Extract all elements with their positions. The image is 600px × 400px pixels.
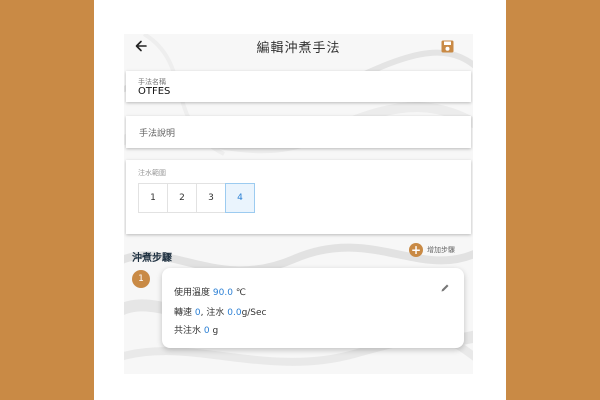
step-number-badge: 1 xyxy=(132,270,150,288)
brew-steps-title: 沖煮步驟 xyxy=(132,253,172,264)
pour-rate-unit: g/Sec xyxy=(241,308,267,318)
total-water-unit: g xyxy=(212,326,219,336)
step-card[interactable]: 使用溫度 90.0 ℃ 轉速 0, 注水 0.0g/Sec 共注水 0 g xyxy=(162,268,464,348)
floppy-disk-icon[interactable] xyxy=(441,40,454,53)
pencil-icon[interactable] xyxy=(440,283,450,293)
method-name-field[interactable]: 手法名稱 OTFES xyxy=(126,71,471,102)
pour-range-label: 注水範圍 xyxy=(138,169,166,177)
top-bar: 編輯沖煮手法 xyxy=(124,34,473,62)
temperature-value: 90.0 xyxy=(212,288,233,298)
pour-range-option-1[interactable]: 1 xyxy=(139,184,168,212)
add-step-button[interactable]: + 增加步驟 xyxy=(409,243,455,257)
page-title: 編輯沖煮手法 xyxy=(256,41,341,56)
pour-range-option-2[interactable]: 2 xyxy=(168,184,197,212)
plus-icon[interactable]: + xyxy=(409,243,423,257)
page: 編輯沖煮手法 手法名稱 OTFES 手法說明 注水範圍 1 2 3 4 沖煮步驟 xyxy=(0,0,600,400)
arrow-left-icon[interactable] xyxy=(134,39,148,53)
pour-range-option-3[interactable]: 3 xyxy=(197,184,226,212)
step-temperature: 使用溫度 90.0 ℃ xyxy=(174,285,246,298)
temperature-label: 使用溫度 xyxy=(174,288,211,298)
speed-label: 轉速 xyxy=(174,308,193,318)
pour-range-selector: 1 2 3 4 xyxy=(138,183,255,213)
pour-range-card: 注水範圍 1 2 3 4 xyxy=(126,160,471,234)
pour-label: , 注水 xyxy=(200,308,225,318)
method-name-value[interactable]: OTFES xyxy=(138,86,170,97)
total-water-value: 0 xyxy=(203,326,210,336)
step-speed-pour: 轉速 0, 注水 0.0g/Sec xyxy=(174,305,267,318)
step-total-water: 共注水 0 g xyxy=(174,323,218,336)
pour-range-option-4[interactable]: 4 xyxy=(225,183,255,213)
method-description-field[interactable]: 手法說明 xyxy=(126,116,471,148)
total-water-label: 共注水 xyxy=(174,326,202,336)
app-screen: 編輯沖煮手法 手法名稱 OTFES 手法說明 注水範圍 1 2 3 4 沖煮步驟 xyxy=(124,34,473,374)
method-description-placeholder: 手法說明 xyxy=(139,129,176,139)
temperature-unit: ℃ xyxy=(235,288,246,298)
pour-rate-value: 0.0 xyxy=(227,308,242,318)
add-step-label[interactable]: 增加步驟 xyxy=(427,245,455,255)
